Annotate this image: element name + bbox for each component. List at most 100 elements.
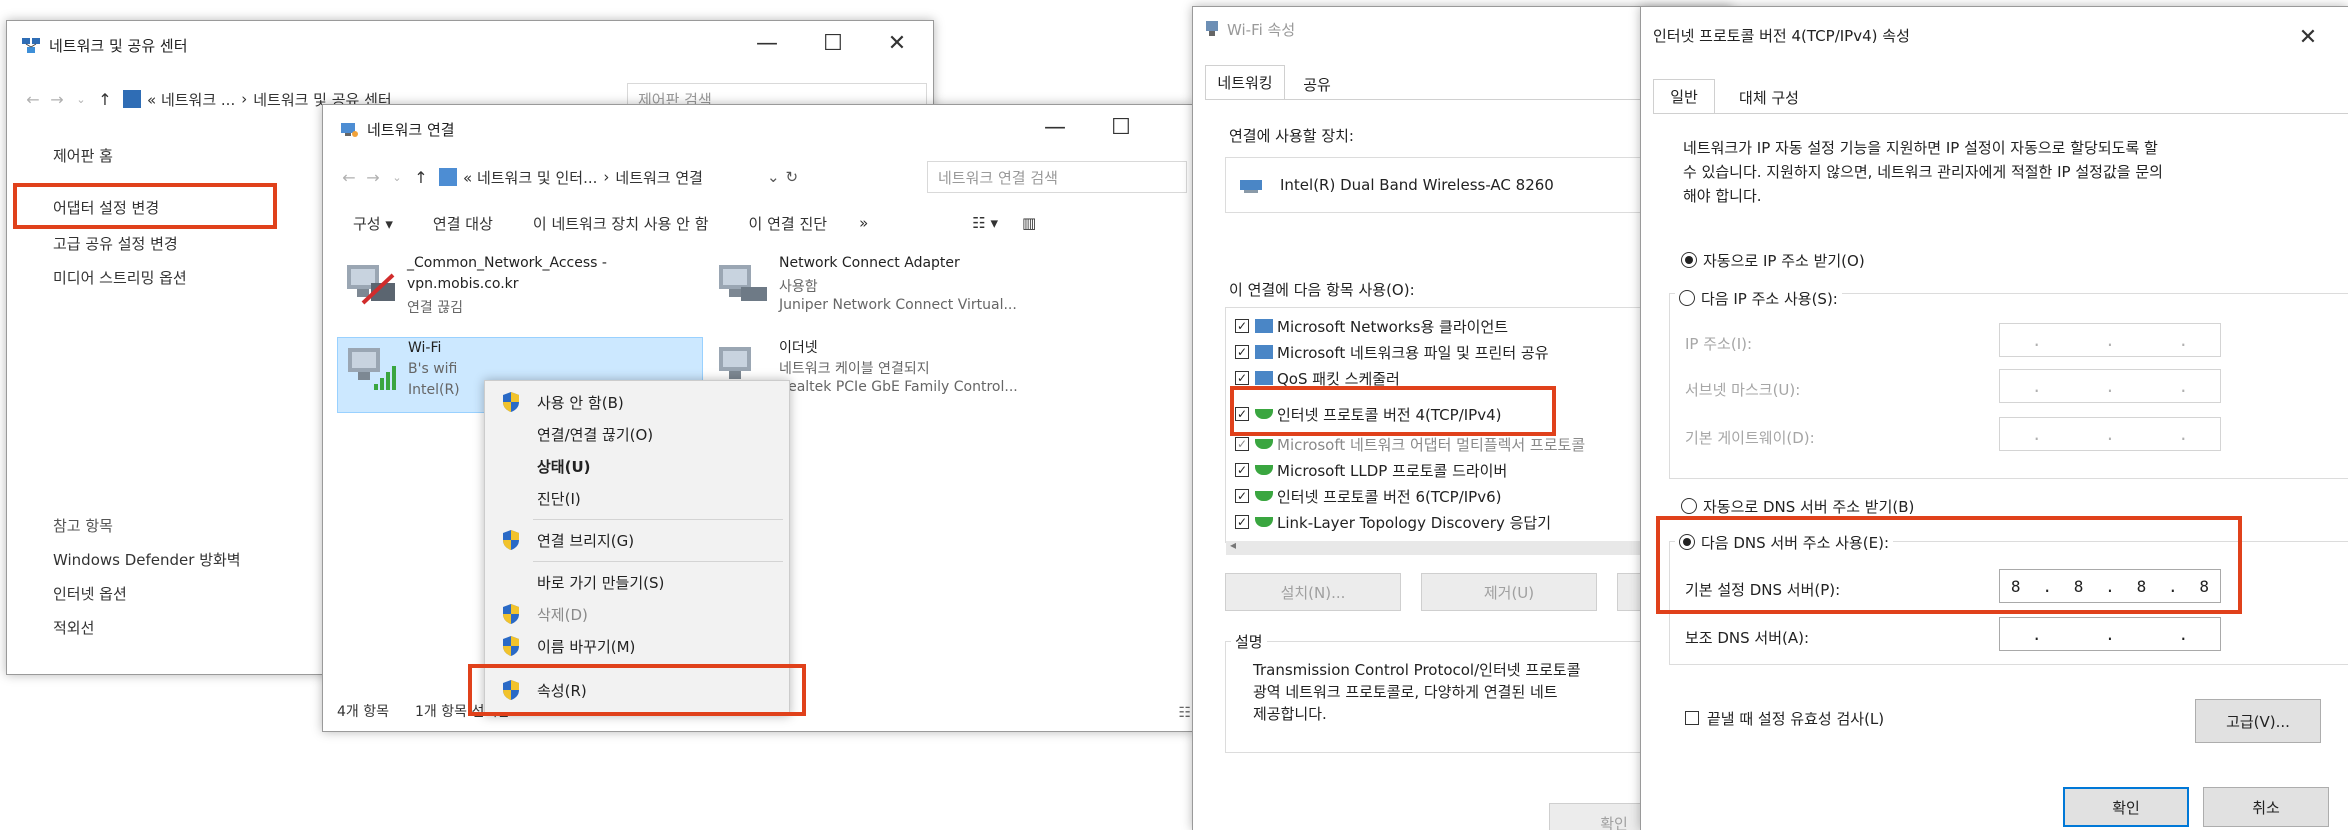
sidebar-link-advanced-sharing[interactable]: 고급 공유 설정 변경: [53, 233, 178, 254]
network-center-icon: [21, 35, 41, 55]
up-icon[interactable]: ↑: [409, 168, 433, 187]
component-item[interactable]: ✓ Microsoft LLDP 프로토콜 드라이버: [1235, 457, 1507, 483]
view-options-icon[interactable]: ☷ ▾: [972, 214, 998, 232]
adapter-device: 연결 끊김: [407, 300, 463, 316]
highlight-dns-settings: [1656, 516, 2242, 614]
close-button[interactable]: ✕: [865, 21, 929, 65]
title-bar: 인터넷 프로토콜 버전 4(TCP/IPv4) 속성: [1641, 7, 2348, 63]
tab-networking[interactable]: 네트워킹: [1205, 65, 1285, 99]
component-checkbox[interactable]: ✓: [1235, 515, 1249, 529]
menu-item-label: 삭제(D): [537, 605, 588, 624]
sidebar-link-media-streaming[interactable]: 미디어 스트리밍 옵션: [53, 267, 187, 288]
checkbox-unchecked[interactable]: [1685, 711, 1699, 725]
adapter-status: B's wifi: [408, 361, 458, 377]
refresh-icon[interactable]: ↻: [786, 168, 799, 186]
window-title: 네트워크 연결: [367, 120, 455, 139]
radio-selected[interactable]: [1681, 252, 1697, 268]
ok-button[interactable]: 확인: [2063, 787, 2189, 827]
component-checkbox[interactable]: ✓: [1235, 319, 1249, 333]
maximize-button[interactable]: ☐: [1089, 105, 1153, 149]
component-checkbox[interactable]: ✓: [1235, 437, 1249, 451]
component-checkbox[interactable]: ✓: [1235, 463, 1249, 477]
breadcrumb-part[interactable]: « 네트워크 및 인터...: [463, 167, 597, 188]
menu-item-bridge[interactable]: 연결 브리지(G): [485, 525, 789, 555]
component-checkbox[interactable]: ✓: [1235, 345, 1249, 359]
see-also-infrared-link[interactable]: 적외선: [53, 617, 94, 638]
toolbar-disable-device[interactable]: 이 네트워크 장치 사용 안 함: [533, 213, 709, 234]
component-item[interactable]: ✓ Microsoft Networks용 클라이언트: [1235, 313, 1508, 339]
adapter-tile-vpn[interactable]: _Common_Network_Access - vpn.mobis.co.kr…: [343, 255, 703, 325]
minimize-button[interactable]: —: [735, 21, 799, 65]
toolbar-more[interactable]: »: [859, 214, 868, 232]
address-dropdown-icon[interactable]: ⌄: [767, 168, 780, 186]
radio-unselected[interactable]: [1679, 290, 1695, 306]
adapter-device: Realtek PCIe GbE Family Control...: [779, 379, 1018, 395]
menu-item-diagnose[interactable]: 진단(I): [485, 483, 789, 513]
adapter-device: Juniper Network Connect Virtual...: [779, 297, 1017, 313]
uac-shield-icon: [501, 391, 521, 413]
window-title: 네트워크 및 공유 센터: [49, 36, 188, 55]
sidebar-link-control-panel-home[interactable]: 제어판 홈: [53, 145, 113, 166]
toolbar-connect-to[interactable]: 연결 대상: [433, 213, 493, 234]
uninstall-button[interactable]: 제거(U): [1421, 573, 1597, 611]
ip-address-label: IP 주소(I):: [1685, 335, 1753, 353]
menu-item-rename[interactable]: 이름 바꾸기(M): [485, 631, 789, 661]
description-heading: 설명: [1231, 631, 1267, 652]
default-gateway-label: 기본 게이트웨이(D):: [1685, 429, 1815, 447]
see-also-internet-options-link[interactable]: 인터넷 옵션: [53, 583, 127, 604]
adapter-name: _Common_Network_Access -: [407, 255, 607, 271]
component-item[interactable]: ✓ 인터넷 프로토콜 버전 6(TCP/IPv6): [1235, 483, 1502, 509]
menu-item-disable[interactable]: 사용 안 함(B): [485, 387, 789, 417]
close-button[interactable]: ✕: [2276, 15, 2340, 59]
cancel-button[interactable]: 취소: [2203, 787, 2329, 827]
maximize-button[interactable]: ☐: [801, 21, 865, 65]
network-connections-icon: [339, 119, 359, 139]
menu-item-delete[interactable]: 삭제(D): [485, 599, 789, 629]
component-checkbox[interactable]: ✓: [1235, 489, 1249, 503]
intro-line: 네트워크가 IP 자동 설정 기능을 지원하면 IP 설정이 자동으로 할당되도…: [1683, 139, 2158, 157]
address-bar[interactable]: ← → ⌄ ↑ « 네트워크 및 인터... › 네트워크 연결 ⌄ ↻: [337, 159, 798, 195]
scroll-left-icon[interactable]: ◂: [1230, 538, 1236, 552]
menu-item-status[interactable]: 상태(U): [485, 451, 789, 481]
alternate-dns-field[interactable]: ...: [1999, 617, 2221, 651]
toolbar-diagnose[interactable]: 이 연결 진단: [749, 213, 828, 234]
menu-item-create-shortcut[interactable]: 바로 가기 만들기(S): [485, 567, 789, 597]
tab-sharing[interactable]: 공유: [1285, 69, 1349, 99]
adapter-tile-network-connect[interactable]: Network Connect Adapter 사용함 Juniper Netw…: [715, 255, 1135, 325]
radio-label: 자동으로 IP 주소 받기(O): [1703, 251, 1865, 270]
breadcrumb-part[interactable]: « 네트워크 ...: [147, 89, 235, 110]
component-checkbox[interactable]: ✓: [1235, 371, 1249, 385]
advanced-button[interactable]: 고급(V)...: [2195, 699, 2321, 743]
see-also-firewall-link[interactable]: Windows Defender 방화벽: [53, 549, 241, 570]
description-line: 광역 네트워크 프로토콜로, 다양하게 연결된 네트: [1253, 683, 1558, 701]
manual-ip-radio[interactable]: 다음 IP 주소 사용(S):: [1675, 285, 1842, 311]
see-also-heading: 참고 항목: [53, 517, 113, 535]
recent-icon[interactable]: ⌄: [69, 93, 93, 106]
component-item[interactable]: ✓ Link-Layer Topology Discovery 응답기: [1235, 509, 1551, 535]
back-icon[interactable]: ←: [21, 90, 45, 109]
install-button[interactable]: 설치(N)...: [1225, 573, 1401, 611]
minimize-button[interactable]: —: [1023, 105, 1087, 149]
toolbar-organize[interactable]: 구성 ▾: [353, 213, 393, 234]
validate-on-exit-checkbox[interactable]: 끝낼 때 설정 유효성 검사(L): [1685, 705, 1884, 731]
tab-general[interactable]: 일반: [1653, 79, 1715, 113]
radio-unselected[interactable]: [1681, 498, 1697, 514]
menu-separator: [533, 561, 783, 562]
search-input[interactable]: 네트워크 연결 검색: [927, 161, 1187, 193]
breadcrumb-current[interactable]: 네트워크 연결: [615, 167, 703, 188]
description-line: 제공합니다.: [1253, 705, 1327, 723]
tab-alternate-configuration[interactable]: 대체 구성: [1719, 81, 1819, 113]
back-icon[interactable]: ←: [337, 168, 361, 187]
recent-icon[interactable]: ⌄: [385, 171, 409, 184]
component-item[interactable]: ✓ Microsoft 네트워크용 파일 및 프린터 공유: [1235, 339, 1549, 365]
auto-ip-radio[interactable]: 자동으로 IP 주소 받기(O): [1681, 247, 1865, 273]
default-gateway-field: ...: [1999, 417, 2221, 451]
preview-pane-icon[interactable]: ▥: [1022, 214, 1036, 232]
subnet-mask-label: 서브넷 마스크(U):: [1685, 381, 1801, 399]
checkbox-label: 끝낼 때 설정 유효성 검사(L): [1707, 709, 1885, 728]
menu-item-connect-disconnect[interactable]: 연결/연결 끊기(O): [485, 419, 789, 449]
forward-icon[interactable]: →: [361, 168, 385, 187]
forward-icon[interactable]: →: [45, 90, 69, 109]
up-icon[interactable]: ↑: [93, 90, 117, 109]
details-view-icon[interactable]: ☷: [1178, 705, 1191, 721]
